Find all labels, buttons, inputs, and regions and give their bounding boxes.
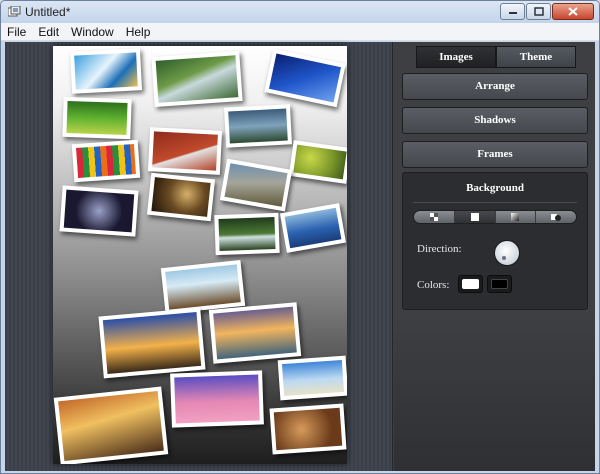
menu-file[interactable]: File — [1, 23, 32, 41]
photo-running-track[interactable] — [147, 127, 223, 175]
client-area: Images Theme Arrange Shadows Frames Back… — [5, 42, 595, 471]
app-window: Untitled* File Edit Window Help Images T… — [0, 0, 600, 474]
background-mode-selector — [413, 210, 577, 224]
square-icon — [470, 213, 479, 221]
color-swatch-1[interactable] — [458, 275, 483, 293]
collage-page[interactable] — [53, 46, 347, 464]
photo-pagoda-sunset[interactable] — [98, 307, 206, 379]
photo-crowd[interactable] — [269, 403, 347, 455]
direction-dial[interactable] — [494, 240, 520, 266]
photo-beach-huts[interactable] — [277, 355, 347, 401]
dial-indicator — [502, 256, 506, 260]
photo-soccer[interactable] — [62, 96, 132, 140]
menu-bar: File Edit Window Help — [1, 23, 599, 41]
tab-images[interactable]: Images — [416, 46, 496, 68]
photo-waterfall[interactable] — [151, 50, 243, 108]
menu-window[interactable]: Window — [65, 23, 120, 41]
mode-solid[interactable] — [454, 211, 496, 223]
menu-help[interactable]: Help — [120, 23, 157, 41]
color-swatch-2[interactable] — [487, 275, 512, 293]
title-bar[interactable]: Untitled* — [1, 1, 599, 23]
photo-crayons[interactable] — [71, 139, 141, 183]
photo-dancers[interactable] — [53, 386, 169, 464]
photo-pink-sky[interactable] — [170, 370, 264, 428]
background-section: Background Direction: Colors: — [402, 172, 588, 310]
frames-button[interactable]: Frames — [402, 141, 588, 168]
photo-lake-dusk[interactable] — [208, 302, 302, 364]
photo-mountain-road[interactable] — [219, 158, 293, 212]
photo-performers[interactable] — [59, 185, 139, 237]
close-icon — [568, 7, 578, 16]
photo-swimmer[interactable] — [69, 48, 143, 94]
photo-blue-sea[interactable] — [264, 48, 346, 108]
divider — [413, 202, 577, 203]
image-icon — [551, 214, 562, 221]
photo-birds[interactable] — [160, 259, 246, 315]
background-title: Background — [466, 182, 524, 194]
shadows-button[interactable]: Shadows — [402, 107, 588, 134]
checker-icon — [429, 213, 438, 221]
canvas-area[interactable] — [5, 42, 393, 471]
swatch-fill-black — [491, 279, 508, 289]
minimize-button[interactable] — [500, 3, 525, 20]
tab-theme[interactable]: Theme — [496, 46, 576, 68]
mode-checker[interactable] — [414, 211, 455, 223]
arrange-button[interactable]: Arrange — [402, 73, 588, 100]
side-panel: Images Theme Arrange Shadows Frames Back… — [394, 42, 595, 471]
photo-seascape[interactable] — [223, 104, 293, 148]
mode-image[interactable] — [536, 211, 576, 223]
gradient-icon — [511, 213, 520, 221]
panel-empty-area — [394, 316, 595, 471]
panel-tabs: Images Theme — [416, 46, 576, 68]
close-button[interactable] — [552, 3, 594, 20]
app-icon — [8, 6, 21, 17]
maximize-button[interactable] — [526, 3, 551, 20]
direction-label: Direction: — [417, 243, 462, 255]
photo-coast[interactable] — [279, 203, 347, 253]
mode-gradient[interactable] — [496, 211, 537, 223]
minimize-icon — [508, 11, 517, 14]
swatch-fill-white — [462, 279, 479, 289]
photo-forest-falls[interactable] — [214, 212, 280, 256]
window-title: Untitled* — [25, 5, 71, 19]
menu-edit[interactable]: Edit — [32, 23, 65, 41]
colors-label: Colors: — [417, 279, 450, 291]
maximize-icon — [533, 7, 544, 16]
photo-cave[interactable] — [146, 172, 216, 222]
photo-leaves[interactable] — [288, 140, 347, 184]
